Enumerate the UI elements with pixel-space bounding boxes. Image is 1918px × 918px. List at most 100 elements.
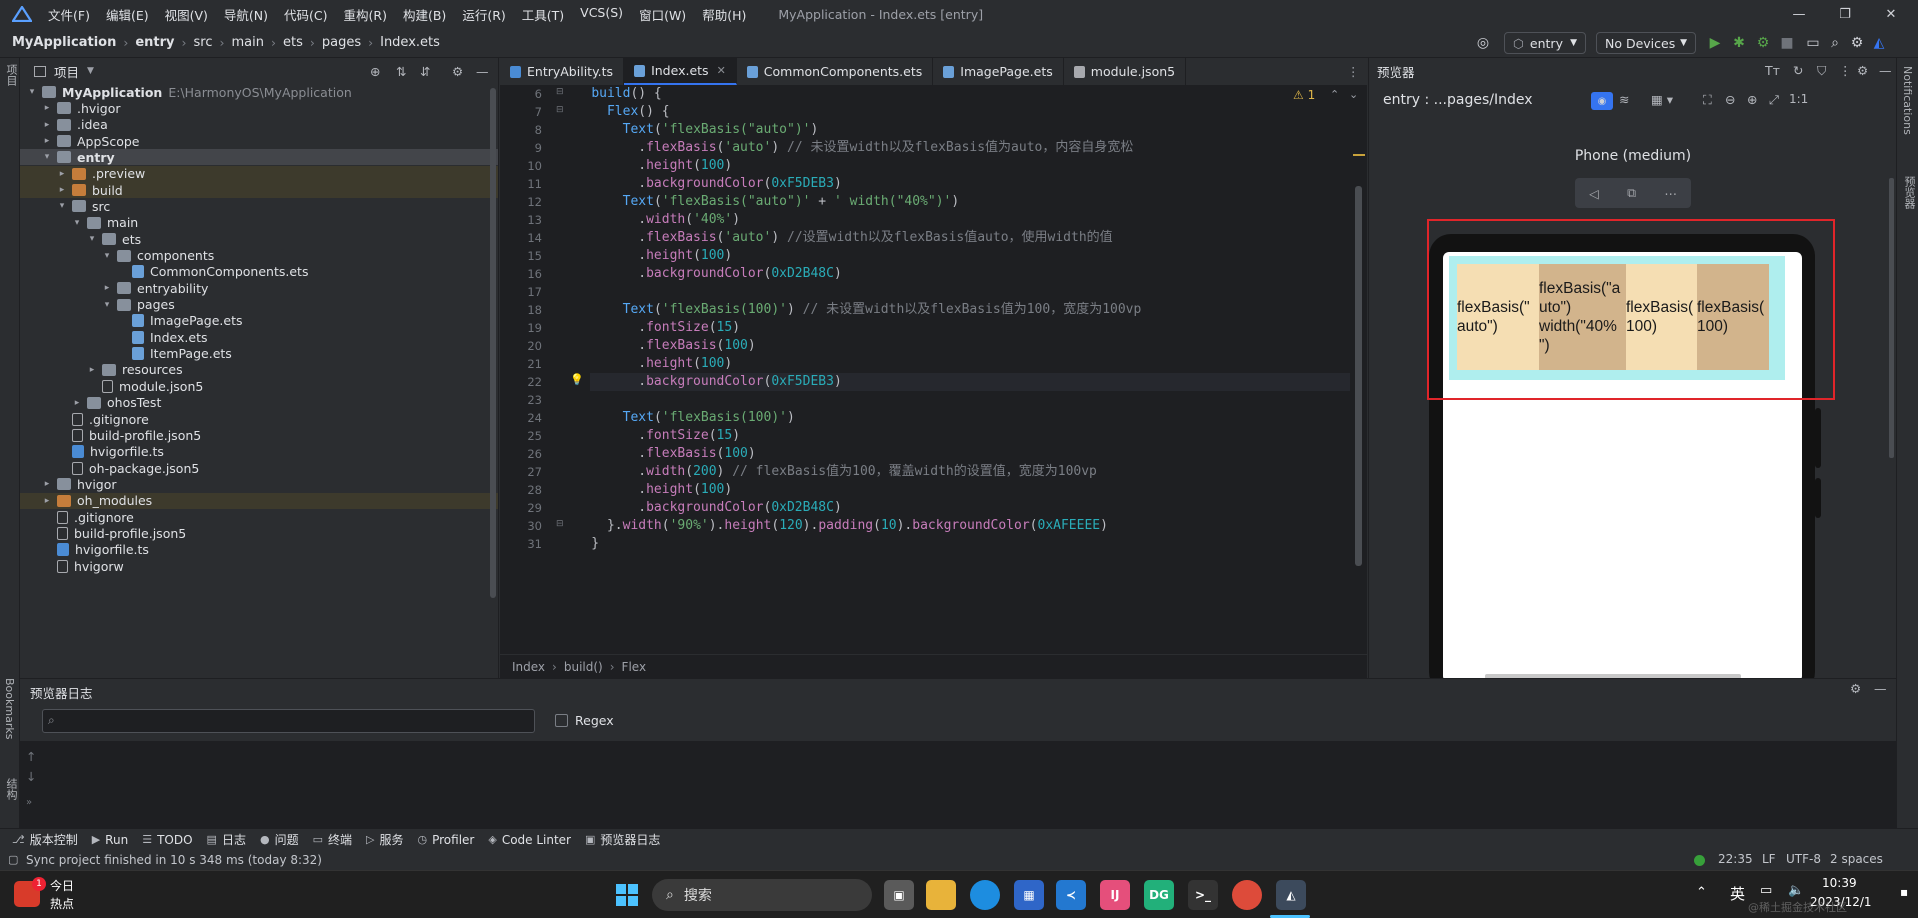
layout-toggle-icon[interactable]: ▢ (8, 853, 18, 866)
tree-item[interactable]: .gitignore (20, 411, 498, 427)
preview-scrollbar[interactable] (1889, 178, 1894, 458)
menu-item[interactable]: 文件(F) (48, 5, 90, 24)
tool-window-button[interactable]: ⎇ 版本控制 (12, 831, 78, 848)
breadcrumb-item[interactable]: entry (135, 35, 174, 50)
back-icon[interactable]: ◁ (1589, 186, 1599, 201)
expand-all-icon[interactable]: ⇅ (396, 64, 406, 79)
tree-item[interactable]: ItemPage.ets (20, 346, 498, 362)
tree-item[interactable]: CommonComponents.ets (20, 264, 498, 280)
chevron-down-icon[interactable]: ▾ (86, 234, 98, 244)
multi-device-icon[interactable]: ▦ ▾ (1651, 92, 1673, 107)
deveco-studio-icon[interactable]: ◭ (1276, 880, 1306, 910)
more-options-icon[interactable]: ⋮ (1839, 63, 1852, 78)
chevron-right-icon[interactable]: ▸ (56, 169, 68, 179)
tree-item[interactable]: build-profile.json5 (20, 427, 498, 443)
breadcrumb-item[interactable]: Index (512, 660, 545, 674)
tool-window-button[interactable]: ▷ 服务 (366, 831, 403, 848)
next-highlight-icon[interactable]: ⌄ (1349, 88, 1358, 101)
rotate-icon[interactable]: ⧉ (1627, 185, 1636, 201)
tool-window-button[interactable]: ◷ Profiler (417, 833, 474, 847)
tool-window-button[interactable]: ▣ 预览器日志 (585, 831, 660, 848)
scroll-up-icon[interactable]: ↑ (26, 749, 36, 764)
log-settings-icon[interactable]: ⚙ (1850, 681, 1861, 696)
chevron-down-icon[interactable]: ▾ (56, 201, 68, 211)
log-output[interactable]: ↑ ↓ » (20, 741, 1896, 829)
settings-gear-icon[interactable]: ⚙ (1848, 34, 1866, 52)
network-icon[interactable]: ▭ (1760, 883, 1772, 898)
windows-start-icon[interactable] (612, 880, 642, 910)
tree-item[interactable]: ▸ ohosTest (20, 395, 498, 411)
tool-window-button[interactable]: ▭ 终端 (313, 831, 352, 848)
regex-checkbox[interactable] (555, 714, 568, 727)
chevron-right-icon[interactable]: ▸ (41, 496, 53, 506)
tree-item[interactable]: ▸ .hvigor (20, 100, 498, 116)
previewer-tool-button[interactable]: 预览器 (1901, 176, 1917, 209)
tray-overflow-icon[interactable]: ⌃ (1696, 885, 1707, 900)
breadcrumb-item[interactable]: main (232, 35, 264, 50)
debug-icon[interactable]: ✱ (1730, 34, 1748, 52)
task-view-icon[interactable]: ▣ (884, 880, 914, 910)
inspector-icon[interactable]: ⛉ (1817, 63, 1826, 79)
zoom-in-icon[interactable]: ⊕ (1747, 92, 1757, 107)
weather-subtitle[interactable]: 热点 (50, 895, 74, 912)
run-config-select[interactable]: ⬡ entry ▼ (1504, 32, 1586, 54)
breadcrumb-item[interactable]: src (194, 35, 213, 50)
warning-indicator[interactable]: ⚠ 1 (1293, 88, 1315, 102)
hide-log-icon[interactable]: — (1874, 681, 1887, 696)
store-icon[interactable]: ▦ (1014, 880, 1044, 910)
tree-item[interactable]: ▸ .idea (20, 117, 498, 133)
chevron-right-icon[interactable]: ▸ (101, 283, 113, 293)
chevron-down-icon[interactable]: ▾ (71, 218, 83, 228)
device-select[interactable]: No Devices ▼ (1596, 32, 1696, 54)
menu-item[interactable]: 编辑(E) (106, 5, 149, 24)
tree-scrollbar[interactable] (490, 88, 496, 598)
chevron-down-icon[interactable]: ▾ (26, 87, 38, 97)
zoom-out-icon[interactable]: ⊖ (1725, 92, 1735, 107)
tree-item[interactable]: ▸ resources (20, 362, 498, 378)
breadcrumb-item[interactable]: pages (322, 35, 361, 50)
tree-item[interactable]: ▾ ets (20, 231, 498, 247)
menu-item[interactable]: 工具(T) (522, 5, 564, 24)
refresh-icon[interactable]: ↻ (1793, 63, 1803, 78)
chevron-right-icon[interactable]: ▸ (41, 103, 53, 113)
edge-browser-icon[interactable] (970, 880, 1000, 910)
chevron-down-icon[interactable]: ▾ (41, 152, 53, 162)
breadcrumb-item[interactable]: build() (564, 660, 603, 674)
target-icon[interactable]: ◎ (1474, 34, 1492, 52)
chevron-right-icon[interactable]: ▸ (41, 479, 53, 489)
more-tabs-icon[interactable]: ⋮ (1347, 64, 1360, 79)
tool-window-button[interactable]: ▶ Run (92, 833, 128, 847)
scroll-down-icon[interactable]: ↓ (26, 769, 36, 784)
volume-icon[interactable]: 🔈 (1788, 883, 1804, 898)
close-icon[interactable]: ✕ (717, 64, 726, 77)
breadcrumb-item[interactable]: MyApplication (12, 35, 116, 50)
chevron-down-icon[interactable]: ▾ (101, 300, 113, 310)
status-message[interactable]: Sync project finished in 10 s 348 ms (to… (26, 853, 322, 867)
tree-item[interactable]: oh-package.json5 (20, 460, 498, 476)
indent-setting[interactable]: 2 spaces (1830, 852, 1883, 866)
menu-item[interactable]: 视图(V) (165, 5, 208, 24)
datagrip-icon[interactable]: DG (1144, 880, 1174, 910)
project-title[interactable]: 项目 (54, 62, 79, 81)
tree-item[interactable]: ▸ .preview (20, 165, 498, 182)
project-tool-button[interactable]: 项目 (3, 64, 19, 86)
menu-item[interactable]: 构建(B) (403, 5, 446, 24)
tree-item[interactable]: ▾ components (20, 248, 498, 264)
tool-window-button[interactable]: ▤ 日志 (207, 831, 246, 848)
tree-item[interactable]: ▾ entry (20, 149, 498, 166)
taskbar-search[interactable]: ⌕ 搜索 (652, 879, 872, 911)
tool-window-button[interactable]: ◈ Code Linter (488, 833, 571, 847)
notification-icon[interactable]: ▪ (1900, 885, 1908, 899)
actual-size-icon[interactable]: ⤢ (1769, 92, 1779, 108)
locate-icon[interactable]: ⊕ (370, 64, 380, 79)
editor-tab[interactable]: CommonComponents.ets (737, 58, 934, 85)
editor-scrollbar[interactable] (1355, 186, 1362, 566)
editor-tab[interactable]: module.json5 (1064, 58, 1187, 85)
weather-title[interactable]: 今日 (50, 877, 74, 894)
code-editor[interactable]: 6 build() {7 Flex() {8 Text('flexBasis("… (500, 86, 1367, 654)
tree-item[interactable]: ▸ entryability (20, 280, 498, 296)
fold-icon[interactable]: ⊟ (556, 519, 564, 529)
tool-window-button[interactable]: ☰ TODO (142, 833, 192, 847)
close-window-button[interactable]: ✕ (1868, 0, 1914, 28)
structure-tool-button[interactable]: 结构 (3, 778, 19, 800)
